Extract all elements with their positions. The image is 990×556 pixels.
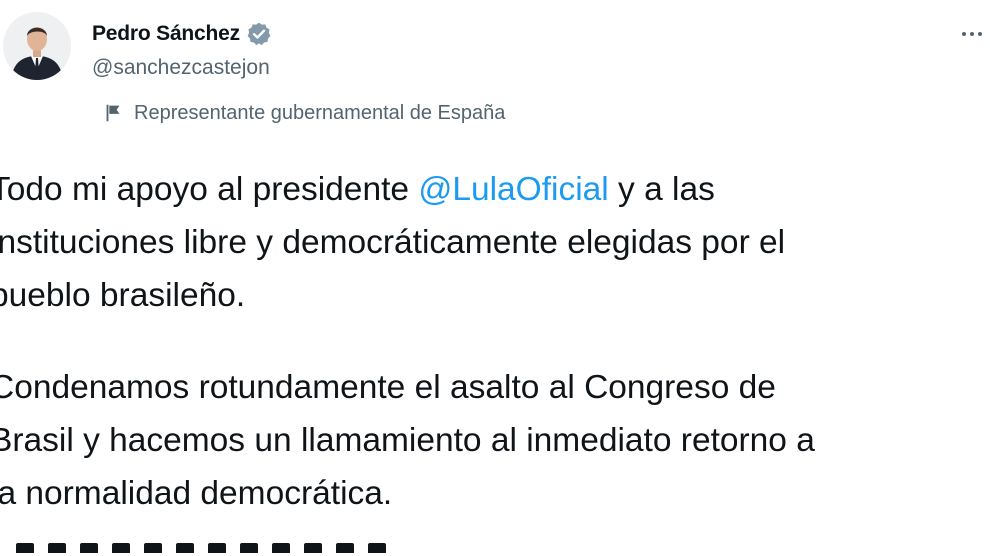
glyph-fragment <box>48 543 66 553</box>
author-display-name[interactable]: Pedro Sánchez <box>92 22 240 46</box>
tweet-line: Condenamos rotundamente el asalto al Con… <box>0 369 776 406</box>
more-dot <box>962 32 966 36</box>
author-name-row: Pedro Sánchez <box>92 20 272 48</box>
glyph-fragment <box>272 543 290 553</box>
glyph-fragment <box>144 543 162 553</box>
tweet-text-segment: y a las <box>608 171 715 208</box>
tweet-text: Todo mi apoyo al presidente @LulaOficial… <box>0 163 990 520</box>
flag-icon <box>106 104 120 122</box>
tweet-line: instituciones libre y democráticamente e… <box>0 224 786 261</box>
government-label-text: Representante gubernamental de España <box>134 101 506 124</box>
more-options-icon[interactable] <box>962 28 990 40</box>
government-label[interactable]: Representante gubernamental de España <box>102 99 505 127</box>
verified-badge-icon <box>247 22 271 46</box>
truncated-glyphs <box>16 543 386 553</box>
glyph-fragment <box>176 543 194 553</box>
glyph-fragment <box>304 543 322 553</box>
glyph-fragment <box>112 543 130 553</box>
more-dot <box>970 32 974 36</box>
truncated-next-line <box>0 543 990 556</box>
tweet-text-segment: Todo mi apoyo al presidente <box>0 171 419 208</box>
author-handle[interactable]: @sanchezcastejon <box>92 56 270 80</box>
tweet-line: Todo mi apoyo al presidente @LulaOficial… <box>0 163 990 216</box>
avatar-photo <box>3 12 71 80</box>
tweet-line: pueblo brasileño. <box>0 277 246 314</box>
avatar[interactable] <box>3 12 71 80</box>
glyph-fragment <box>240 543 258 553</box>
glyph-fragment <box>80 543 98 553</box>
glyph-fragment <box>336 543 354 553</box>
tweet-line: Brasil y hacemos un llamamiento al inmed… <box>0 422 815 459</box>
glyph-fragment <box>368 543 386 553</box>
tweet-card: Pedro Sánchez @sanchezcastejon Represent… <box>0 0 990 556</box>
more-dot <box>978 32 982 36</box>
glyph-fragment <box>16 543 34 553</box>
tweet-line: la normalidad democrática. <box>0 475 393 512</box>
glyph-fragment <box>208 543 226 553</box>
mention-link[interactable]: @LulaOficial <box>418 171 608 208</box>
